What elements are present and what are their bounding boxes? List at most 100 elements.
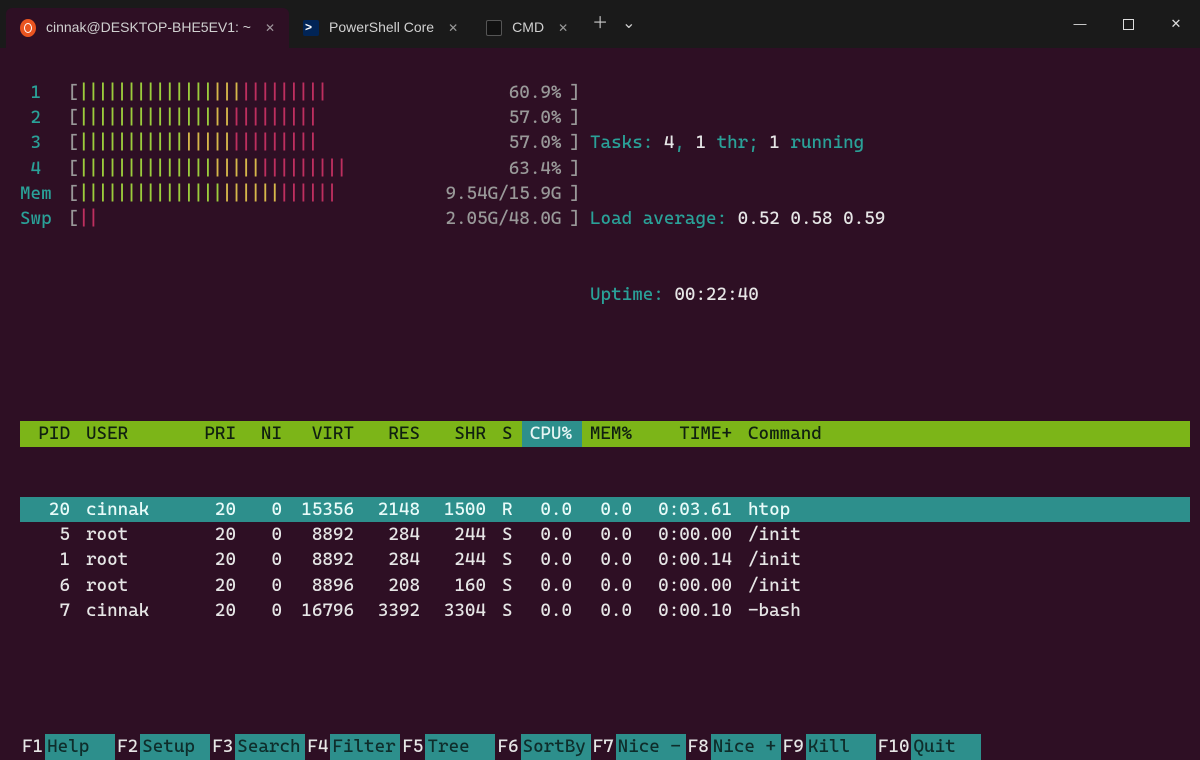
cell: 0 xyxy=(246,598,292,623)
table-row[interactable]: 6root2008896208160S0.00.00:00.00/init xyxy=(20,573,1190,598)
fkey-label-F5[interactable]: Tree xyxy=(425,734,495,760)
cell: 3392 xyxy=(364,598,430,623)
tab-cmd[interactable]: CMD ✕ xyxy=(472,8,582,48)
cell: 20 xyxy=(24,497,80,522)
minimize-button[interactable]: — xyxy=(1056,0,1104,48)
meter-bracket-close: ] xyxy=(569,80,580,105)
column-header-command[interactable]: Command xyxy=(742,421,1186,446)
meter-bracket-open: [ xyxy=(68,105,79,130)
fkey-F5: F5 xyxy=(400,734,425,760)
fkey-F1: F1 xyxy=(20,734,45,760)
table-row[interactable]: 1root2008892284244S0.00.00:00.14/init xyxy=(20,547,1190,572)
fkey-label-F3[interactable]: Search xyxy=(235,734,305,760)
tab-ubuntu[interactable]: cinnak@DESKTOP-BHE5EV1: ~ ✕ xyxy=(6,8,289,48)
meter-bars: ||||||||||||||||||||||||||| xyxy=(79,181,384,206)
meter-bars: |||||||||||||||||||||||||| xyxy=(79,80,384,105)
table-row[interactable]: 7cinnak2001679633923304S0.00.00:00.10-ba… xyxy=(20,598,1190,623)
meter-label: 4 xyxy=(20,156,68,181)
cell: 0.0 xyxy=(582,598,642,623)
cell: 244 xyxy=(430,522,496,547)
maximize-button[interactable] xyxy=(1104,0,1152,48)
column-header-shr[interactable]: SHR xyxy=(430,421,496,446)
cell: root xyxy=(80,573,190,598)
cell: 7 xyxy=(24,598,80,623)
cell: 0:00.14 xyxy=(642,547,742,572)
column-header-mem[interactable]: MEM% xyxy=(582,421,642,446)
fkey-F9: F9 xyxy=(781,734,806,760)
powershell-icon xyxy=(303,20,319,36)
meter-label: Mem xyxy=(20,181,68,206)
column-header-pri[interactable]: PRI xyxy=(190,421,246,446)
fkey-label-F10[interactable]: Quit xyxy=(911,734,981,760)
htop-meters: 1 [||||||||||||||||||||||||||60.9%] 2 [|… xyxy=(20,80,1190,357)
column-header-time[interactable]: TIME+ xyxy=(642,421,742,446)
fkey-label-F4[interactable]: Filter xyxy=(330,734,400,760)
uptime-line: Uptime: 00:22:40 xyxy=(590,282,1190,307)
process-table: PIDUSERPRINIVIRTRESSHRSCPU%MEM%TIME+Comm… xyxy=(20,371,1190,673)
cell: 0.0 xyxy=(582,522,642,547)
meter-bracket-open: [ xyxy=(68,130,79,155)
cell: 6 xyxy=(24,573,80,598)
fkey-F3: F3 xyxy=(210,734,235,760)
fkey-F7: F7 xyxy=(591,734,616,760)
fkey-label-F9[interactable]: Kill xyxy=(806,734,876,760)
cell: R xyxy=(496,497,522,522)
fkey-label-F7[interactable]: Nice - xyxy=(616,734,686,760)
column-header-user[interactable]: USER xyxy=(80,421,190,446)
cell: 160 xyxy=(430,573,496,598)
column-header-pid[interactable]: PID xyxy=(24,421,80,446)
cell: 0 xyxy=(246,573,292,598)
meter-bars: || xyxy=(79,206,384,231)
fkey-label-F1[interactable]: Help xyxy=(45,734,115,760)
close-icon[interactable]: ✕ xyxy=(448,20,458,37)
column-header-s[interactable]: S xyxy=(496,421,522,446)
close-icon[interactable]: ✕ xyxy=(558,20,568,37)
meter-label: Swp xyxy=(20,206,68,231)
cell: 0.0 xyxy=(582,547,642,572)
cell: 0 xyxy=(246,547,292,572)
terminal-viewport[interactable]: 1 [||||||||||||||||||||||||||60.9%] 2 [|… xyxy=(0,48,1200,760)
cell: S xyxy=(496,598,522,623)
cell: /init xyxy=(742,573,1186,598)
cell: 20 xyxy=(190,547,246,572)
cell: 16796 xyxy=(292,598,364,623)
cell: cinnak xyxy=(80,497,190,522)
cell: 0.0 xyxy=(522,598,582,623)
fkey-F6: F6 xyxy=(495,734,520,760)
cell: 0 xyxy=(246,522,292,547)
new-tab-button[interactable]: ＋ xyxy=(592,16,608,32)
close-window-button[interactable]: ✕ xyxy=(1152,0,1200,48)
close-icon[interactable]: ✕ xyxy=(265,20,275,37)
tab-powershell[interactable]: PowerShell Core ✕ xyxy=(289,8,472,48)
tab-label: CMD xyxy=(512,18,544,38)
table-row[interactable]: 5root2008892284244S0.00.00:00.00/init xyxy=(20,522,1190,547)
cell: 0.0 xyxy=(522,497,582,522)
cell: 0 xyxy=(246,497,292,522)
meter-bracket-close: ] xyxy=(569,206,580,231)
table-row[interactable]: 20cinnak2001535621481500R0.00.00:03.61ht… xyxy=(20,497,1190,522)
cell: 2148 xyxy=(364,497,430,522)
fkey-label-F2[interactable]: Setup xyxy=(140,734,210,760)
meter-bracket-open: [ xyxy=(68,156,79,181)
tab-label: cinnak@DESKTOP-BHE5EV1: ~ xyxy=(46,18,251,38)
column-header-res[interactable]: RES xyxy=(364,421,430,446)
meter-value: 2.05G/48.0G xyxy=(384,206,570,231)
meter-label: 2 xyxy=(20,105,68,130)
cell: 20 xyxy=(190,522,246,547)
meter-2: 2 [|||||||||||||||||||||||||57.0%] xyxy=(20,105,580,130)
fkey-label-F6[interactable]: SortBy xyxy=(521,734,591,760)
fkey-label-F8[interactable]: Nice + xyxy=(711,734,781,760)
meter-value: 63.4% xyxy=(384,156,570,181)
cpu-meters-column: 1 [||||||||||||||||||||||||||60.9%] 2 [|… xyxy=(20,80,580,357)
fkey-F10: F10 xyxy=(876,734,912,760)
column-header-virt[interactable]: VIRT xyxy=(292,421,364,446)
table-header[interactable]: PIDUSERPRINIVIRTRESSHRSCPU%MEM%TIME+Comm… xyxy=(20,421,1190,446)
cell: 20 xyxy=(190,497,246,522)
column-header-cpu[interactable]: CPU% xyxy=(522,421,582,446)
cell: 3304 xyxy=(430,598,496,623)
column-header-ni[interactable]: NI xyxy=(246,421,292,446)
meter-bracket-close: ] xyxy=(569,156,580,181)
meter-bars: ||||||||||||||||||||||||| xyxy=(79,130,384,155)
fkey-F2: F2 xyxy=(115,734,140,760)
tab-dropdown-button[interactable]: ⌄ xyxy=(622,16,635,32)
